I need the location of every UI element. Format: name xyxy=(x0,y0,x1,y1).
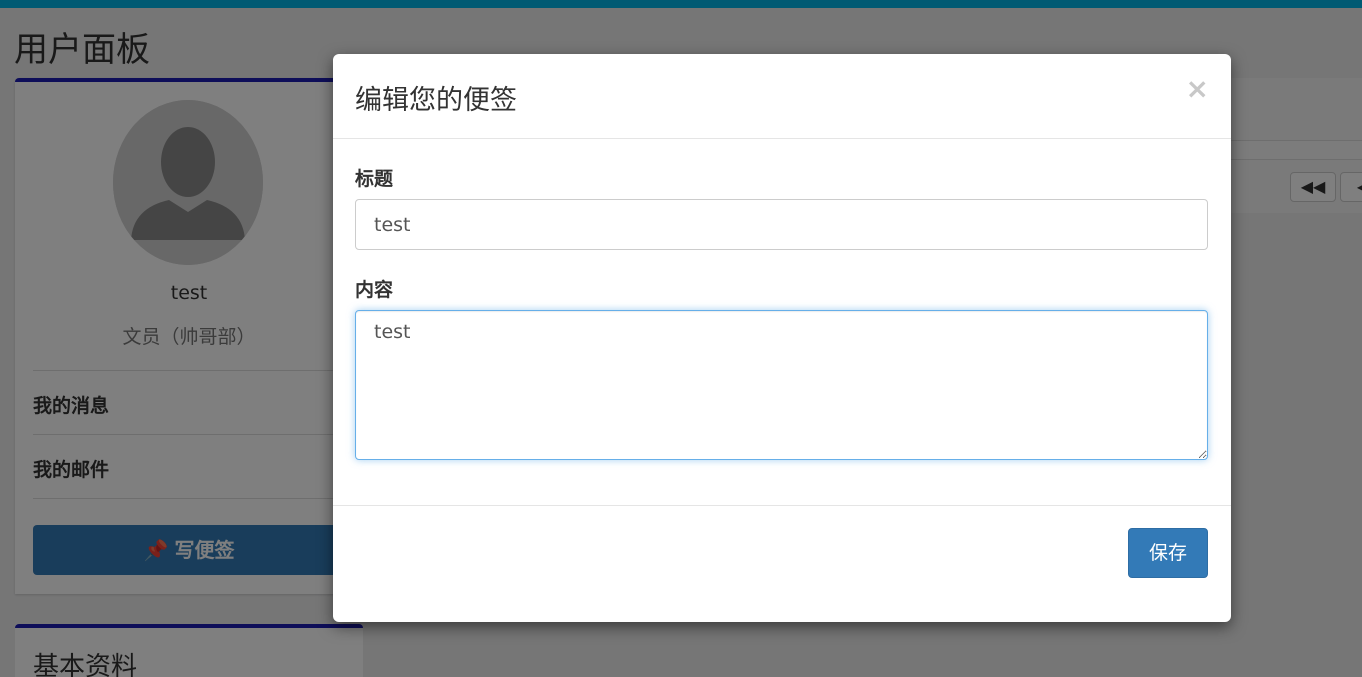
content-field-label: 内容 xyxy=(355,279,394,301)
modal-header: 编辑您的便签 × xyxy=(333,54,1231,139)
title-field-label: 标题 xyxy=(355,168,394,190)
content-textarea[interactable]: test xyxy=(355,310,1208,460)
save-button[interactable]: 保存 xyxy=(1128,528,1208,578)
title-input[interactable] xyxy=(355,199,1208,250)
close-icon[interactable]: × xyxy=(1186,72,1209,105)
modal-footer: 保存 xyxy=(333,505,1231,622)
edit-note-modal: 编辑您的便签 × 标题 内容 test 保存 xyxy=(333,54,1231,622)
modal-title: 编辑您的便签 xyxy=(355,85,517,116)
